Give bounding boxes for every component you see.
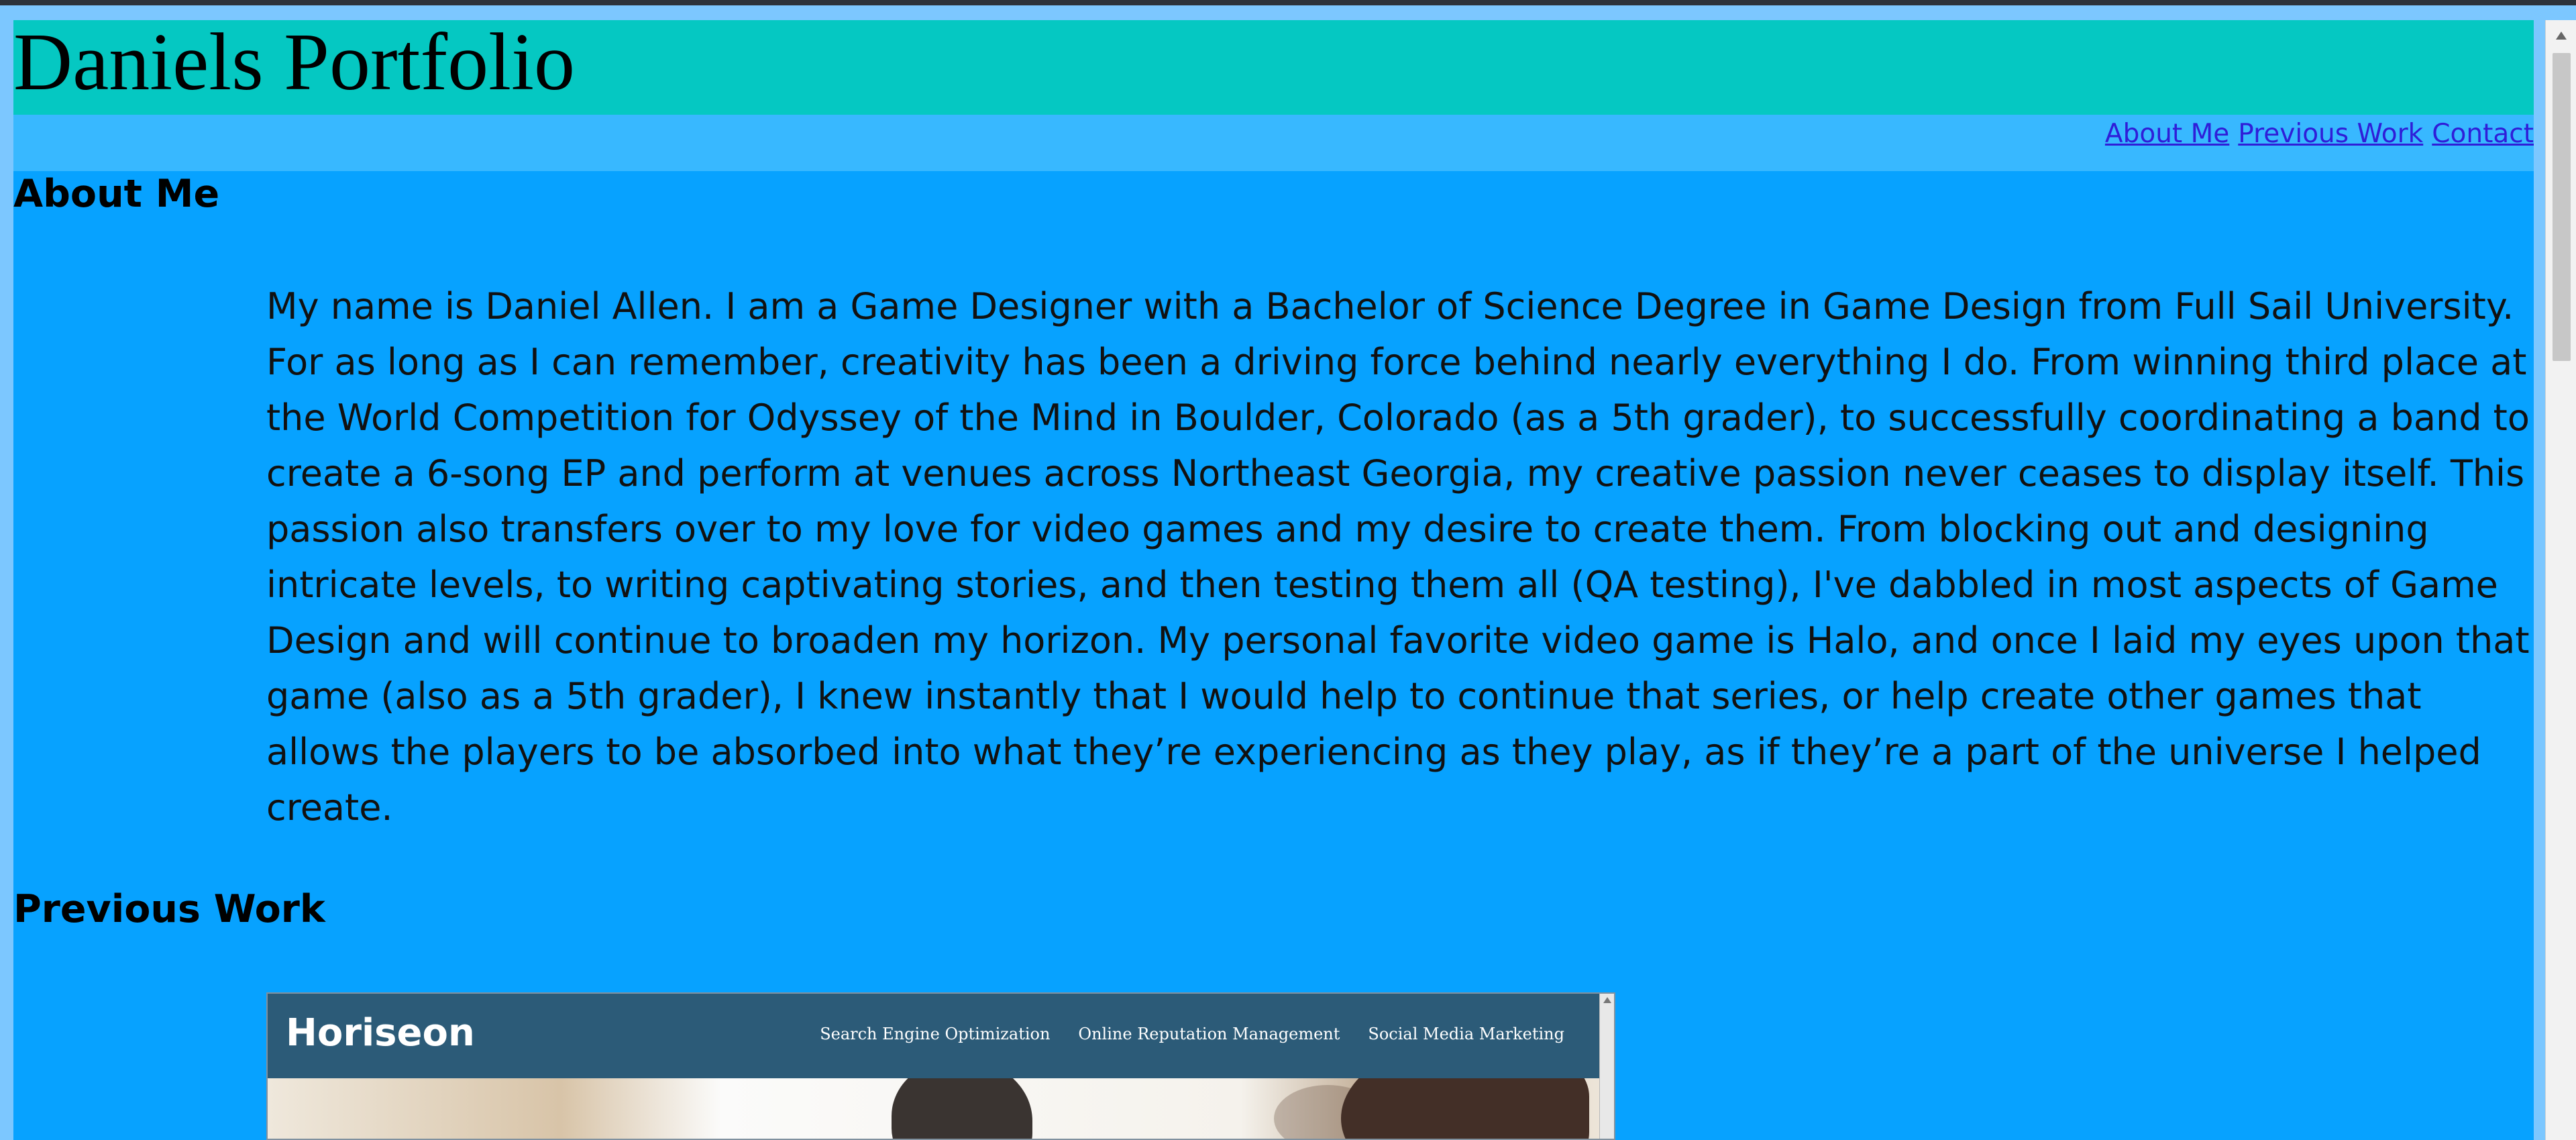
browser-top-strip (0, 0, 2576, 5)
about-heading: About Me (13, 172, 220, 216)
project-preview-header: Horiseon Search Engine Optimization Onli… (268, 994, 1601, 1078)
project-nav-item-seo: Search Engine Optimization (820, 1025, 1051, 1043)
window-scrollbar[interactable] (2545, 20, 2576, 1140)
previous-work-heading: Previous Work (13, 887, 325, 931)
site-title: Daniels Portfolio (13, 20, 575, 107)
project-preview-scrollbar[interactable] (1599, 994, 1614, 1139)
site-header: Daniels Portfolio (13, 20, 2534, 115)
portfolio-page: Daniels Portfolio About Me Previous Work… (13, 20, 2534, 1140)
horiseon-project-preview[interactable]: Horiseon Search Engine Optimization Onli… (266, 992, 1615, 1140)
site-navigation: About Me Previous Work Contact (13, 115, 2534, 171)
nav-link-previous-work[interactable]: Previous Work (2238, 121, 2423, 147)
nav-link-about-me[interactable]: About Me (2105, 121, 2229, 147)
chevron-up-icon[interactable] (1603, 997, 1611, 1003)
nav-links: About Me Previous Work Contact (2105, 117, 2534, 150)
project-logo: Horiseon (286, 1011, 475, 1055)
project-nav-item-social: Social Media Marketing (1368, 1025, 1564, 1043)
project-nav: Search Engine Optimization Online Reputa… (820, 1026, 1564, 1042)
project-nav-item-reputation: Online Reputation Management (1078, 1025, 1340, 1043)
project-preview-photo (268, 1078, 1601, 1139)
photo-person-right (1341, 1078, 1589, 1139)
photo-person-left (892, 1078, 1032, 1139)
scrollbar-thumb[interactable] (2553, 53, 2571, 361)
nav-link-contact[interactable]: Contact (2432, 121, 2534, 147)
chevron-up-icon[interactable] (2556, 32, 2567, 40)
about-paragraph: My name is Daniel Allen. I am a Game Des… (266, 285, 2530, 829)
